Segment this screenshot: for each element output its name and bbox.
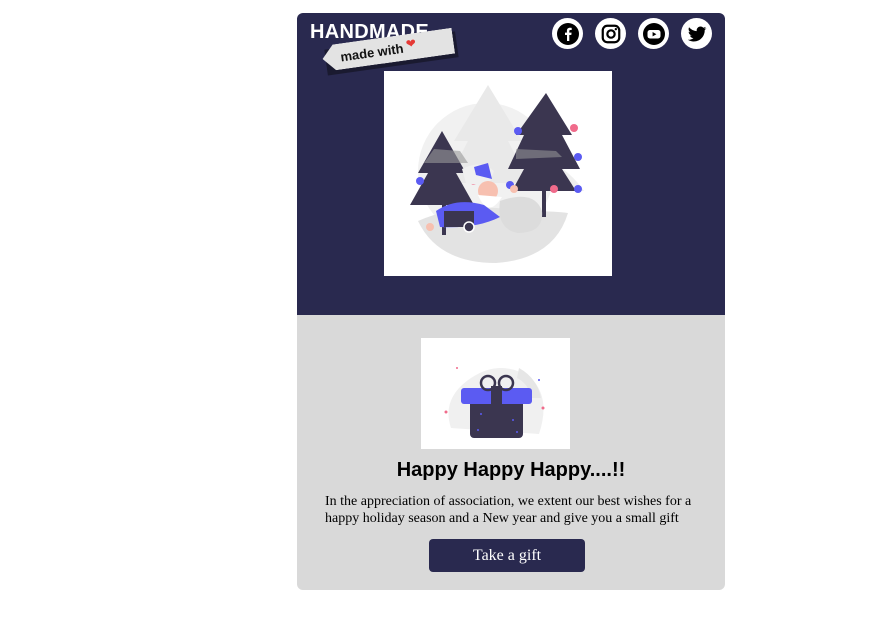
twitter-icon (687, 26, 707, 42)
facebook-icon (556, 22, 579, 45)
social-links (552, 18, 712, 49)
header-section: HANDMADE made with ❤ (297, 13, 725, 315)
heart-icon: ❤ (404, 35, 417, 52)
gift-box-illustration (444, 367, 545, 438)
santa-illustration (384, 71, 612, 276)
santa-in-snow-illustration (410, 85, 584, 263)
take-gift-button[interactable]: Take a gift (429, 539, 585, 572)
email-card: HANDMADE made with ❤ Happy Happy Happy..… (297, 13, 725, 590)
twitter-link[interactable] (681, 18, 712, 49)
headline: Happy Happy Happy....!! (396, 459, 626, 481)
ribbon-label: made with (339, 40, 405, 64)
message-text: In the appreciation of association, we e… (325, 494, 692, 526)
youtube-icon (642, 22, 665, 45)
content-section: Happy Happy Happy....!! In the appreciat… (297, 315, 725, 590)
instagram-link[interactable] (595, 18, 626, 49)
facebook-link[interactable] (552, 18, 583, 49)
gift-illustration (421, 338, 570, 449)
youtube-link[interactable] (638, 18, 669, 49)
instagram-icon (601, 24, 620, 43)
